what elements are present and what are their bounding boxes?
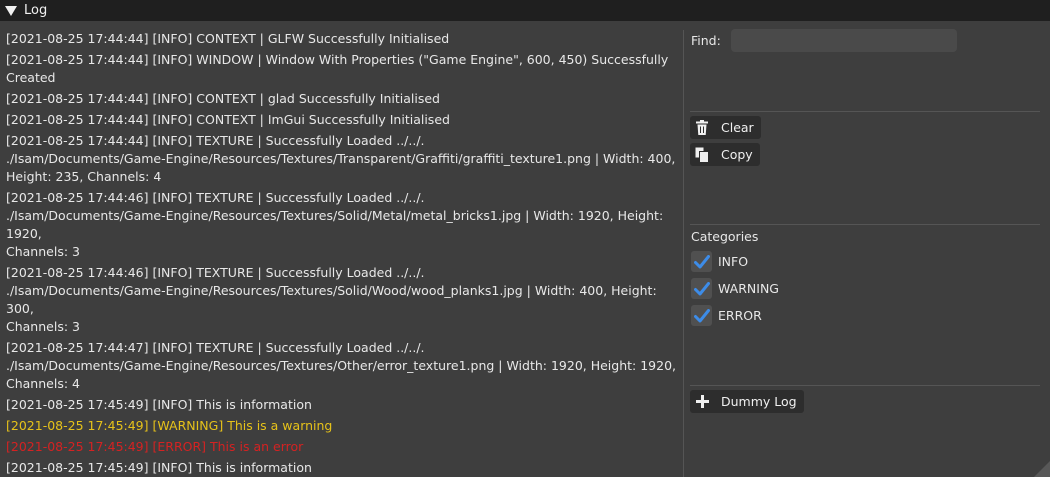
clear-button[interactable]: Clear: [690, 116, 761, 139]
plus-icon: [694, 394, 710, 410]
log-line: [2021-08-25 17:44:44] [INFO] TEXTURE | S…: [6, 133, 676, 184]
dummy-log-button-label: Dummy Log: [721, 394, 797, 409]
category-label: INFO: [718, 254, 749, 269]
dummy-log-button[interactable]: Dummy Log: [690, 390, 804, 413]
category-warning-checkbox-row[interactable]: WARNING: [691, 278, 779, 299]
copy-button-label: Copy: [721, 147, 753, 162]
error-checkbox[interactable]: [691, 305, 712, 326]
log-line: [2021-08-25 17:45:49] [INFO] This is inf…: [6, 397, 312, 412]
log-line: [2021-08-25 17:44:44] [INFO] CONTEXT | I…: [6, 112, 450, 127]
log-line: [2021-08-25 17:44:44] [INFO] CONTEXT | G…: [6, 31, 450, 46]
warning-checkbox[interactable]: [691, 278, 712, 299]
log-window: Log [2021-08-25 17:44:44] [INFO] CONTEXT…: [0, 0, 1050, 477]
separator: [690, 385, 1040, 386]
copy-button[interactable]: Copy: [690, 143, 760, 166]
checkmark-icon: [693, 281, 710, 295]
trash-icon: [694, 120, 710, 136]
log-line: [2021-08-25 17:44:46] [INFO] TEXTURE | S…: [6, 265, 657, 334]
category-info-checkbox-row[interactable]: INFO: [691, 251, 748, 272]
collapse-arrow-icon[interactable]: [5, 5, 17, 16]
category-label: ERROR: [718, 308, 762, 323]
copy-icon: [694, 147, 710, 163]
sidebar: Find: Clear Copy Categories INFO WARNING…: [684, 21, 1050, 477]
log-line: [2021-08-25 17:44:44] [INFO] WINDOW | Wi…: [6, 52, 673, 85]
find-row: Find:: [691, 29, 957, 52]
log-line: [2021-08-25 17:44:44] [INFO] CONTEXT | g…: [6, 91, 440, 106]
log-line: [2021-08-25 17:44:46] [INFO] TEXTURE | S…: [6, 190, 664, 259]
clear-button-label: Clear: [721, 120, 754, 135]
category-error-checkbox-row[interactable]: ERROR: [691, 305, 762, 326]
checkmark-icon: [693, 254, 710, 268]
log-output[interactable]: [2021-08-25 17:44:44] [INFO] CONTEXT | G…: [0, 21, 683, 477]
log-line: [2021-08-25 17:45:49] [ERROR] This is an…: [6, 439, 304, 454]
log-line: [2021-08-25 17:44:47] [INFO] TEXTURE | S…: [6, 340, 677, 391]
find-input[interactable]: [731, 29, 957, 52]
resize-grip[interactable]: [1034, 461, 1050, 477]
title-bar[interactable]: Log: [0, 0, 1050, 21]
log-line: [2021-08-25 17:45:49] [WARNING] This is …: [6, 418, 333, 433]
separator: [690, 111, 1040, 112]
find-label: Find:: [691, 33, 721, 48]
separator: [690, 224, 1040, 225]
category-label: WARNING: [718, 281, 779, 296]
checkmark-icon: [693, 308, 710, 322]
window-title: Log: [24, 3, 48, 18]
categories-title: Categories: [691, 229, 759, 244]
log-line: [2021-08-25 17:45:49] [INFO] This is inf…: [6, 460, 312, 475]
info-checkbox[interactable]: [691, 251, 712, 272]
